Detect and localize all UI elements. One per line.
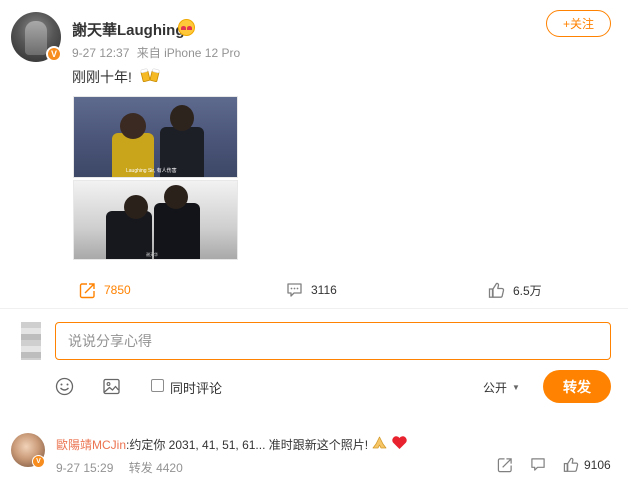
author-name[interactable]: 謝天華Laughing (72, 19, 185, 40)
comment-like-count: 9106 (584, 458, 611, 472)
comment-meta: 9-27 15:29 转发 4420 (56, 459, 183, 476)
thumbs-up-icon (487, 281, 505, 299)
follow-button[interactable]: +关注 (546, 10, 611, 37)
chevron-down-icon: ▼ (512, 383, 520, 392)
post-image-2[interactable]: 谢天华 (73, 180, 238, 260)
section-divider (0, 308, 628, 309)
comment-repost-label[interactable]: 转发 4420 (129, 461, 183, 475)
post-text: 刚刚十年! (72, 69, 132, 85)
praying-hands-emoji-icon (371, 435, 388, 453)
person-right-head (170, 105, 194, 131)
thumbs-up-icon (563, 457, 579, 472)
person-left-head (120, 113, 146, 139)
author-avatar[interactable]: V (11, 12, 62, 62)
beer-cheers-emoji-icon (140, 68, 160, 83)
privacy-label: 公开 (483, 381, 508, 395)
post-timestamp[interactable]: 9-27 12:37 (72, 46, 129, 60)
image-upload-button[interactable] (102, 377, 121, 401)
image-icon (103, 378, 120, 395)
current-user-avatar (21, 322, 41, 360)
like-action[interactable]: 6.5万 (487, 281, 542, 299)
person-right-head (164, 185, 188, 209)
verified-v-icon: V (32, 455, 45, 468)
smiley-icon (55, 377, 74, 396)
avatar-photo (25, 21, 47, 55)
post-image-1[interactable]: Laughing Sir, 有人伤害 (73, 96, 238, 178)
comment-repost-button[interactable] (497, 457, 513, 473)
commenter-avatar[interactable]: V (11, 433, 45, 468)
red-heart-emoji-icon (391, 435, 408, 453)
comment-timestamp: 9-27 15:29 (56, 461, 114, 475)
like-count: 6.5万 (513, 283, 542, 298)
also-comment-checkbox[interactable] (151, 379, 164, 392)
repost-icon (78, 281, 96, 299)
comment-icon (531, 458, 545, 471)
comment-reply-button[interactable] (530, 457, 546, 472)
commenter-name[interactable]: 歐陽靖MCJin (56, 436, 126, 453)
image-2-caption: 谢天华 (146, 252, 158, 257)
send-repost-button[interactable]: 转发 (543, 370, 611, 403)
also-comment-label[interactable]: 同时评论 (170, 378, 222, 397)
person-left-head (124, 195, 148, 219)
repost-comment-input[interactable] (55, 322, 611, 360)
image-1-caption: Laughing Sir, 有人伤害 (126, 168, 177, 174)
repost-count: 7850 (104, 283, 131, 297)
repost-action[interactable]: 7850 (78, 281, 131, 299)
repost-icon (497, 458, 512, 473)
privacy-select[interactable]: 公开 ▼ (483, 379, 520, 396)
post-meta: 9-27 12:37 来自 iPhone 12 Pro (72, 44, 240, 61)
comment-like-button[interactable]: 9106 (563, 457, 611, 473)
comment-text: :约定你 2031, 41, 51, 61... 准时跟新这个照片! (126, 437, 369, 452)
comment-count: 3116 (311, 283, 337, 297)
comment-line: 歐陽靖MCJin :约定你 2031, 41, 51, 61... 准时跟新这个… (56, 435, 408, 453)
person-right (154, 203, 200, 259)
comment-action[interactable]: 3116 (285, 281, 337, 299)
emoji-button[interactable] (55, 377, 74, 401)
comment-icon (285, 281, 303, 299)
verified-v-icon: V (46, 46, 62, 62)
post-source: 来自 iPhone 12 Pro (136, 46, 241, 60)
heart-eyes-emoji-icon (178, 19, 195, 36)
